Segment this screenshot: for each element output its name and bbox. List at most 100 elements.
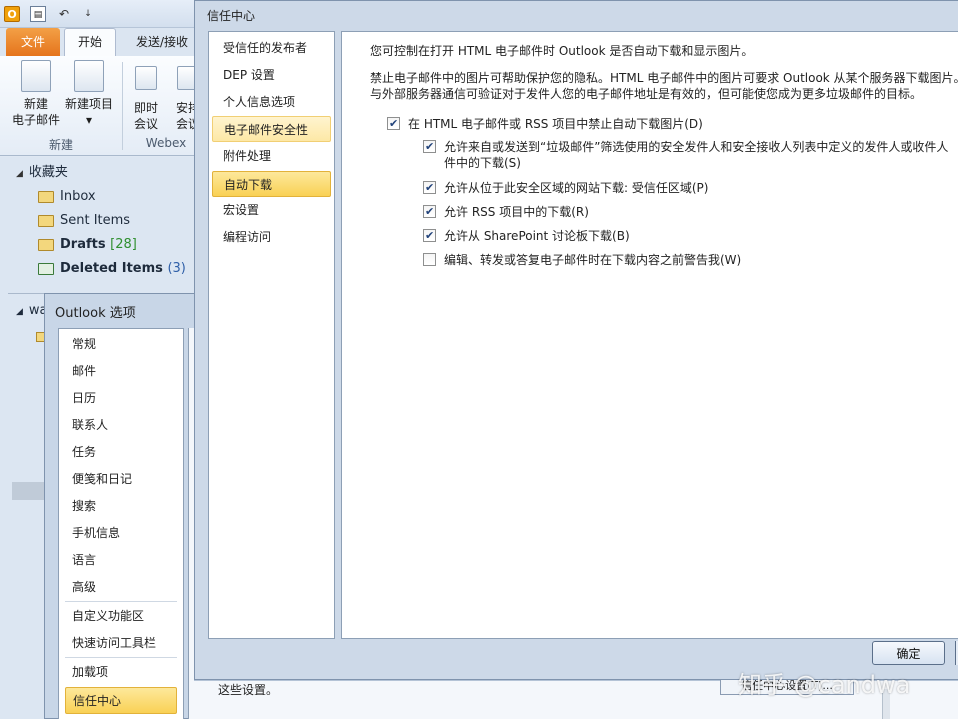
allow-trusted-zone-checkbox[interactable] (423, 180, 436, 196)
new-item-label: 新建项目 (64, 97, 113, 111)
trust-center-dialog: 信任中心 受信任的发布者 DEP 设置 个人信息选项 电子邮件安全性 附件处理 … (194, 0, 958, 680)
folder-drafts-label: Drafts (60, 237, 106, 252)
options-item-mail[interactable]: 邮件 (65, 358, 177, 385)
instant-meeting-button[interactable]: 即时 会议 (124, 60, 168, 132)
drafts-count-badge: [28] (110, 237, 137, 252)
folder-deleted-items[interactable]: Deleted Items (3) (38, 257, 200, 281)
tab-send-receive[interactable]: 发送/接收 (124, 28, 200, 56)
trust-center-title: 信任中心 (207, 9, 256, 23)
tab-home[interactable]: 开始 (64, 28, 116, 56)
options-item-quick-access-toolbar[interactable]: 快速访问工具栏 (65, 630, 177, 657)
new-email-label-line2: 电子邮件 (11, 113, 60, 127)
instant-meeting-label-line2: 会议 (133, 117, 158, 131)
folder-drafts[interactable]: Drafts [28] (38, 233, 200, 257)
collapse-triangle-icon[interactable]: ◢ (16, 169, 23, 179)
inbox-folder-icon (38, 190, 54, 203)
block-images-checkbox[interactable] (387, 116, 400, 132)
new-email-button[interactable]: 新建 电子邮件 (8, 60, 64, 128)
sidebar-item-automatic-download[interactable]: 自动下载 (212, 171, 331, 197)
allow-safe-senders-checkbox[interactable] (423, 139, 436, 155)
allow-safe-senders-label-line1: 允许来自或发送到“垃圾邮件”筛选使用的安全发件人和安全接收人列表中定义的发件人或… (444, 140, 949, 154)
folder-inbox[interactable]: Inbox (38, 185, 200, 209)
options-category-list: 常规 邮件 日历 联系人 任务 便笺和日记 搜索 手机信息 语言 高级 自定义功… (58, 328, 184, 719)
allow-safe-senders-label: 允许来自或发送到“垃圾邮件”筛选使用的安全发件人和安全接收人列表中定义的发件人或… (444, 139, 948, 171)
allow-sharepoint-option[interactable]: 允许从 SharePoint 讨论板下载(B) (423, 228, 958, 246)
allow-trusted-zone-label: 允许从位于此安全区域的网站下载: 受信任区域(P) (444, 181, 709, 195)
options-item-calendar[interactable]: 日历 (65, 385, 177, 412)
ribbon-group-webex-label: Webex (145, 136, 187, 150)
allow-trusted-zone-option[interactable]: 允许从位于此安全区域的网站下载: 受信任区域(P) (423, 180, 958, 198)
folder-sent-items[interactable]: Sent Items (38, 209, 200, 233)
warn-before-download-option[interactable]: 编辑、转发或答复电子邮件时在下载内容之前警告我(W) (423, 252, 958, 270)
warn-before-download-label: 编辑、转发或答复电子邮件时在下载内容之前警告我(W) (444, 253, 742, 267)
ribbon-tab-bar: 文件 开始 发送/接收 (0, 28, 200, 56)
sidebar-item-dep-settings[interactable]: DEP 设置 (212, 62, 331, 88)
options-item-language[interactable]: 语言 (65, 547, 177, 574)
folder-deleted-label: Deleted Items (60, 261, 163, 276)
ok-button[interactable]: 确定 (872, 641, 945, 665)
outlook-logo-icon: O (4, 6, 20, 22)
new-item-button[interactable]: 新建项目 ▾ (60, 60, 118, 128)
collapse-triangle-icon[interactable]: ◢ (16, 307, 23, 317)
undo-icon[interactable]: ↶ (56, 6, 72, 22)
allow-sharepoint-checkbox[interactable] (423, 228, 436, 244)
allow-rss-option[interactable]: 允许 RSS 项目中的下载(R) (423, 204, 958, 222)
block-images-label: 在 HTML 电子邮件或 RSS 项目中禁止自动下载图片(D) (408, 117, 703, 131)
send-receive-icon[interactable]: ▤ (30, 6, 46, 22)
allow-safe-senders-label-line2: 件中的下载(S) (444, 156, 521, 170)
options-item-advanced[interactable]: 高级 (65, 574, 177, 601)
sidebar-item-macro-settings[interactable]: 宏设置 (212, 197, 331, 223)
customize-qat-dropdown-icon[interactable]: ↓ (80, 6, 96, 22)
options-bottom-text: 这些设置。 (218, 683, 279, 697)
new-email-icon (21, 60, 51, 92)
ribbon-group-new-label: 新建 (48, 138, 73, 152)
options-item-contacts[interactable]: 联系人 (65, 412, 177, 439)
automatic-download-intro: 您可控制在打开 HTML 电子邮件时 Outlook 是否自动下载和显示图片。 (370, 44, 754, 58)
options-item-search[interactable]: 搜索 (65, 493, 177, 520)
new-item-icon (74, 60, 104, 92)
ribbon-body: 新建 电子邮件 新建项目 ▾ 即时 会议 安排 会议 新建 Webex (0, 56, 200, 156)
options-item-notes-journal[interactable]: 便笺和日记 (65, 466, 177, 493)
options-item-customize-ribbon[interactable]: 自定义功能区 (65, 603, 177, 630)
block-images-option[interactable]: 在 HTML 电子邮件或 RSS 项目中禁止自动下载图片(D) (387, 116, 947, 134)
options-dialog-title: Outlook 选项 (55, 306, 136, 321)
allow-safe-senders-option[interactable]: 允许来自或发送到“垃圾邮件”筛选使用的安全发件人和安全接收人列表中定义的发件人或… (423, 139, 958, 173)
trust-center-content: 您可控制在打开 HTML 电子邮件时 Outlook 是否自动下载和显示图片。 … (341, 31, 958, 639)
webex-meeting-icon (135, 66, 157, 90)
new-email-label-line1: 新建 (23, 97, 48, 111)
options-item-trust-center[interactable]: 信任中心 (65, 687, 177, 714)
sidebar-item-attachment-handling[interactable]: 附件处理 (212, 143, 331, 169)
sent-folder-icon (38, 214, 54, 227)
deleted-count-badge: (3) (167, 261, 186, 276)
outlook-options-dialog: Outlook 选项 常规 邮件 日历 联系人 任务 便笺和日记 搜索 手机信息… (44, 293, 214, 719)
allow-rss-label: 允许 RSS 项目中的下载(R) (444, 205, 589, 219)
privacy-explanation-line1: 禁止电子邮件中的图片可帮助保护您的隐私。HTML 电子邮件中的图片可要求 Out… (370, 71, 958, 85)
folder-inbox-label: Inbox (60, 189, 96, 204)
options-item-add-ins[interactable]: 加载项 (65, 659, 177, 686)
options-item-mobile[interactable]: 手机信息 (65, 520, 177, 547)
privacy-explanation-line2: 与外部服务器通信可验证对于发件人您的电子邮件地址是有效的，但可能使您成为更多垃圾… (370, 87, 923, 101)
sidebar-item-trusted-publishers[interactable]: 受信任的发布者 (212, 35, 331, 61)
warn-before-download-checkbox[interactable] (423, 253, 436, 266)
favorites-header[interactable]: ◢ 收藏夹 (16, 161, 200, 185)
options-list-separator (65, 657, 177, 658)
allow-rss-checkbox[interactable] (423, 204, 436, 220)
options-item-tasks[interactable]: 任务 (65, 439, 177, 466)
zhihu-watermark: 知乎 @candwa (738, 671, 911, 699)
options-list-separator (65, 601, 177, 602)
privacy-explanation: 禁止电子邮件中的图片可帮助保护您的隐私。HTML 电子邮件中的图片可要求 Out… (370, 70, 958, 102)
instant-meeting-label-line1: 即时 (133, 101, 158, 115)
allow-sharepoint-label: 允许从 SharePoint 讨论板下载(B) (444, 229, 630, 243)
chevron-down-icon: ▾ (85, 113, 93, 127)
sidebar-item-email-security[interactable]: 电子邮件安全性 (212, 116, 331, 142)
drafts-folder-icon (38, 238, 54, 251)
tab-file[interactable]: 文件 (6, 28, 60, 56)
quick-access-toolbar: O ▤ ↶ ↓ (0, 0, 200, 28)
options-item-general[interactable]: 常规 (65, 331, 177, 358)
recycle-bin-icon (38, 262, 54, 275)
folder-sent-label: Sent Items (60, 213, 131, 228)
trust-center-sidebar: 受信任的发布者 DEP 设置 个人信息选项 电子邮件安全性 附件处理 自动下载 … (208, 31, 335, 639)
sidebar-item-programmatic-access[interactable]: 编程访问 (212, 224, 331, 250)
favorites-label: 收藏夹 (28, 165, 68, 180)
sidebar-item-privacy-options[interactable]: 个人信息选项 (212, 89, 331, 115)
